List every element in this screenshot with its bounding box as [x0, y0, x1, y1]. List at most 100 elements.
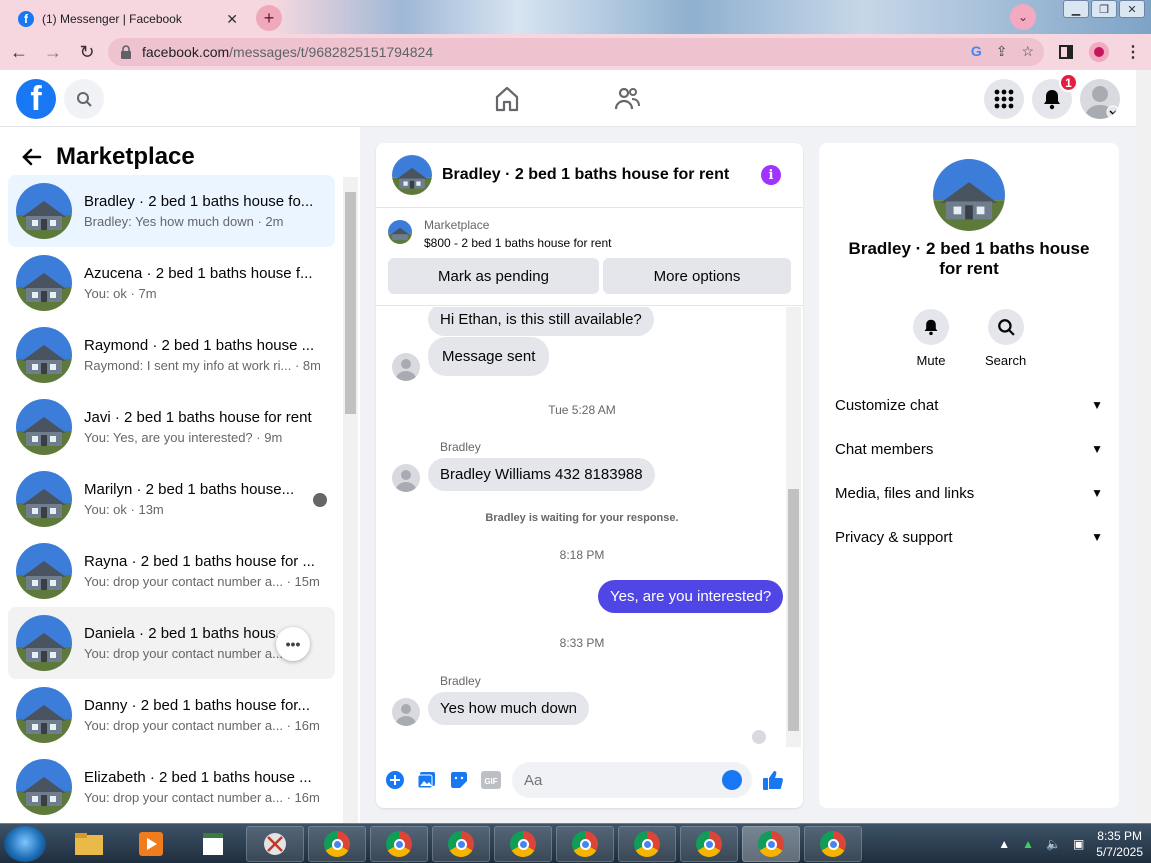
home-icon[interactable] [492, 84, 522, 114]
info-icon[interactable]: i [761, 165, 781, 185]
scrollbar-thumb[interactable] [345, 192, 356, 414]
chat-title[interactable]: Bradley · 2 bed 1 baths house for rent [442, 166, 751, 184]
notifications-button[interactable]: 1 [1032, 73, 1078, 119]
privacy-support-section[interactable]: Privacy & support ▼ [835, 515, 1103, 559]
tab-search-button[interactable]: ⌄ [1010, 4, 1036, 30]
thumbs-up-icon[interactable] [762, 769, 784, 791]
chrome-taskbar-item[interactable] [308, 826, 366, 862]
chrome-taskbar-item[interactable] [370, 826, 428, 862]
forward-arrow-icon[interactable]: → [42, 41, 64, 63]
profile-icon[interactable] [1089, 42, 1109, 62]
conversation-item[interactable]: Bradley · 2 bed 1 baths house fo... Bradl… [8, 175, 335, 247]
chrome-taskbar-item[interactable] [618, 826, 676, 862]
search-in-chat-button[interactable]: Search [985, 309, 1026, 368]
conversation-item[interactable]: Marilyn · 2 bed 1 baths house... You: ok … [8, 463, 335, 535]
bookmark-star-icon[interactable]: ☆ [1021, 43, 1034, 60]
chrome-taskbar-item[interactable] [680, 826, 738, 862]
new-tab-button[interactable]: + [256, 5, 282, 31]
plus-circle-icon[interactable] [384, 769, 406, 791]
conversation-item[interactable]: Raymond · 2 bed 1 baths house ... Raymond… [8, 319, 335, 391]
conversation-time: 7m [138, 286, 157, 301]
menu-kebab-icon[interactable]: ⋮ [1125, 42, 1141, 62]
scrollbar-thumb[interactable] [788, 489, 799, 731]
restore-icon[interactable]: ❐ [1091, 0, 1117, 18]
tray-expand-icon[interactable]: ▲ [998, 837, 1010, 851]
chrome-taskbar-item[interactable] [556, 826, 614, 862]
more-options-button[interactable]: More options [603, 258, 791, 294]
address-bar[interactable]: facebook.com/messages/t/9682825151794824… [108, 38, 1044, 66]
notepad-app-icon[interactable] [184, 826, 242, 862]
start-button[interactable] [4, 826, 46, 862]
reload-icon[interactable]: ↻ [76, 41, 98, 63]
minimize-icon[interactable]: ▁ [1063, 0, 1089, 18]
gif-icon[interactable]: GIF [480, 769, 502, 791]
clock[interactable]: 8:35 PM 5/7/2025 [1096, 828, 1143, 860]
marketplace-listing-card: Marketplace $800 - 2 bed 1 baths house f… [376, 208, 803, 306]
conversation-item[interactable]: Elizabeth · 2 bed 1 baths house ... You: … [8, 751, 335, 823]
sticker-icon[interactable] [448, 769, 470, 791]
close-window-icon[interactable]: ✕ [1119, 0, 1145, 18]
tab-title: (1) Messenger | Facebook [42, 12, 182, 26]
outgoing-message-bubble[interactable]: Yes, are you interested? [598, 580, 784, 613]
message-bubble[interactable]: Hi Ethan, is this still available? [428, 307, 654, 336]
sidebar-title: Marketplace [56, 143, 195, 170]
message-bubble[interactable]: Message sent [428, 337, 550, 376]
conversation-preview: You: drop your contact number a... [84, 718, 283, 733]
mute-button[interactable]: Mute [913, 309, 949, 368]
conversation-item[interactable]: Rayna · 2 bed 1 baths house for ... You: … [8, 535, 335, 607]
conversation-item[interactable]: Azucena · 2 bed 1 baths house f... You: o… [8, 247, 335, 319]
house-thumbnail [16, 615, 72, 671]
listing-price-title[interactable]: $800 - 2 bed 1 baths house for rent [424, 236, 611, 250]
volume-icon[interactable]: 🔈 [1046, 837, 1061, 851]
back-arrow-icon[interactable] [20, 147, 42, 167]
details-avatar[interactable] [933, 159, 1005, 231]
chrome-taskbar-item[interactable] [494, 826, 552, 862]
sidebar-scrollbar[interactable] [343, 177, 358, 823]
search-button[interactable] [64, 79, 104, 119]
friends-icon[interactable] [612, 84, 642, 114]
share-icon[interactable]: ⇪ [996, 43, 1008, 60]
google-icon[interactable]: G [971, 43, 982, 60]
conversation-item[interactable]: Daniela · 2 bed 1 baths hous... You: drop… [8, 607, 335, 679]
page-scrollbar[interactable] [1136, 70, 1151, 823]
emoji-icon[interactable] [722, 770, 742, 790]
chat-avatar[interactable] [392, 155, 432, 195]
browser-tab-strip: f (1) Messenger | Facebook ✕ + ⌄ ▁ ❐ ✕ [0, 0, 1151, 34]
close-tab-icon[interactable]: ✕ [226, 11, 238, 28]
file-explorer-icon[interactable] [60, 826, 118, 862]
account-avatar[interactable] [1080, 79, 1120, 119]
chrome-taskbar-item[interactable] [804, 826, 862, 862]
media-player-icon[interactable] [122, 826, 180, 862]
conversation-time: 15m [294, 574, 320, 589]
conversation-item[interactable]: Javi · 2 bed 1 baths house for rent You: … [8, 391, 335, 463]
message-input[interactable] [512, 762, 752, 798]
mark-pending-button[interactable]: Mark as pending [388, 258, 599, 294]
svg-text:GIF: GIF [484, 777, 497, 786]
section-label: Media, files and links [835, 484, 975, 502]
customize-chat-section[interactable]: Customize chat ▼ [835, 383, 1103, 427]
back-arrow-icon[interactable]: ← [8, 41, 30, 63]
listing-thumbnail[interactable] [388, 220, 412, 244]
messages-scrollbar[interactable] [786, 307, 801, 747]
message-bubble[interactable]: Bradley Williams 432 8183988 [428, 458, 655, 491]
menu-grid-button[interactable] [984, 79, 1024, 119]
chevron-down-icon: ▼ [1091, 398, 1103, 412]
chrome-icon [696, 831, 722, 857]
conversation-name: Azucena · 2 bed 1 baths house f... [84, 265, 313, 282]
conversation-item[interactable]: Danny · 2 bed 1 baths house for... You: d… [8, 679, 335, 751]
photo-icon[interactable] [416, 769, 438, 791]
search-icon [997, 319, 1015, 336]
facebook-logo-icon[interactable]: f [16, 79, 56, 119]
tray-app-icon[interactable]: ▲ [1022, 837, 1034, 851]
chrome-taskbar-item-active[interactable] [742, 826, 800, 862]
side-panel-icon[interactable] [1059, 45, 1073, 59]
chrome-taskbar-item[interactable] [432, 826, 490, 862]
media-files-section[interactable]: Media, files and links ▼ [835, 471, 1103, 515]
snipping-tool-icon[interactable] [246, 826, 304, 862]
browser-tab[interactable]: f (1) Messenger | Facebook ✕ [8, 4, 248, 34]
conversation-options-button[interactable]: ••• [276, 627, 310, 661]
message-bubble[interactable]: Yes how much down [428, 692, 590, 725]
network-icon[interactable]: ▣ [1073, 837, 1084, 851]
chat-members-section[interactable]: Chat members ▼ [835, 427, 1103, 471]
house-thumbnail [16, 327, 72, 383]
